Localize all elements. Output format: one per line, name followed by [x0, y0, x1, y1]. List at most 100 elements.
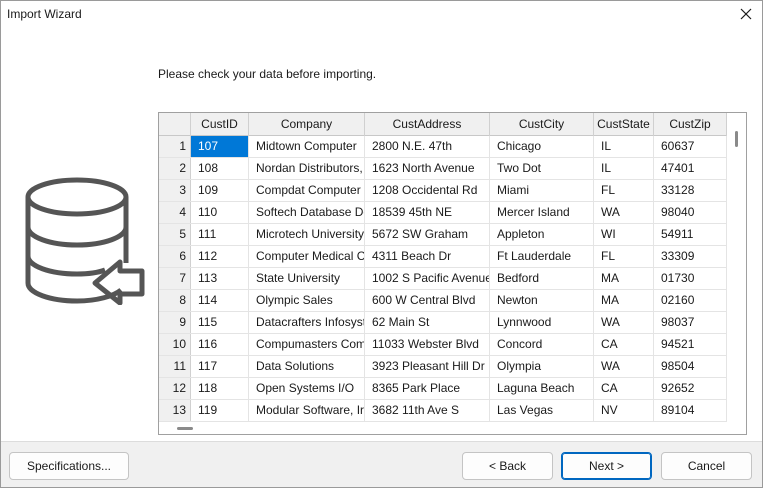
cell-custstate[interactable]: FL — [594, 180, 654, 201]
table-row[interactable]: 7 113 State University 1002 S Pacific Av… — [159, 268, 727, 290]
column-header-custid[interactable]: CustID — [191, 113, 249, 136]
cell-custaddress[interactable]: 11033 Webster Blvd — [365, 334, 490, 355]
cell-custaddress[interactable]: 1623 North Avenue — [365, 158, 490, 179]
cell-company[interactable]: Softech Database De — [249, 202, 365, 223]
cell-custcity[interactable]: Olympia — [490, 356, 594, 377]
cell-custaddress[interactable]: 1208 Occidental Rd — [365, 180, 490, 201]
table-row[interactable]: 6 112 Computer Medical C 4311 Beach Dr F… — [159, 246, 727, 268]
cell-company[interactable]: Compdat Computer — [249, 180, 365, 201]
cell-company[interactable]: Datacrafters Infosyst — [249, 312, 365, 333]
column-header-custstate[interactable]: CustState — [594, 113, 654, 136]
cell-custstate[interactable]: CA — [594, 378, 654, 399]
cell-company[interactable]: Data Solutions — [249, 356, 365, 377]
cancel-button[interactable]: Cancel — [661, 452, 752, 480]
cell-custzip[interactable]: 33309 — [654, 246, 727, 267]
cell-custzip[interactable]: 60637 — [654, 136, 727, 157]
cell-custcity[interactable]: Laguna Beach — [490, 378, 594, 399]
table-row[interactable]: 1 107 Midtown Computer 2800 N.E. 47th Ch… — [159, 136, 727, 158]
table-row[interactable]: 13 119 Modular Software, Ir 3682 11th Av… — [159, 400, 727, 422]
cell-custcity[interactable]: Lynnwood — [490, 312, 594, 333]
cell-custid[interactable]: 114 — [191, 290, 249, 311]
cell-custid[interactable]: 117 — [191, 356, 249, 377]
cell-custstate[interactable]: WA — [594, 356, 654, 377]
horizontal-scroll-thumb[interactable] — [177, 427, 193, 430]
cell-custstate[interactable]: NV — [594, 400, 654, 421]
cell-custid[interactable]: 116 — [191, 334, 249, 355]
table-row[interactable]: 10 116 Compumasters Com 11033 Webster Bl… — [159, 334, 727, 356]
cell-custcity[interactable]: Concord — [490, 334, 594, 355]
data-preview-grid[interactable]: CustID Company CustAddress CustCity Cust… — [158, 112, 747, 435]
cell-custid[interactable]: 113 — [191, 268, 249, 289]
close-button[interactable] — [734, 3, 758, 25]
cell-custzip[interactable]: 33128 — [654, 180, 727, 201]
cell-custid[interactable]: 118 — [191, 378, 249, 399]
cell-custcity[interactable]: Bedford — [490, 268, 594, 289]
cell-custzip[interactable]: 98040 — [654, 202, 727, 223]
table-row[interactable]: 9 115 Datacrafters Infosyst 62 Main St L… — [159, 312, 727, 334]
cell-custzip[interactable]: 89104 — [654, 400, 727, 421]
cell-company[interactable]: State University — [249, 268, 365, 289]
cell-custzip[interactable]: 54911 — [654, 224, 727, 245]
column-header-company[interactable]: Company — [249, 113, 365, 136]
cell-custstate[interactable]: IL — [594, 158, 654, 179]
cell-custcity[interactable]: Miami — [490, 180, 594, 201]
cell-custzip[interactable]: 01730 — [654, 268, 727, 289]
back-button[interactable]: < Back — [462, 452, 553, 480]
cell-custzip[interactable]: 92652 — [654, 378, 727, 399]
table-row[interactable]: 4 110 Softech Database De 18539 45th NE … — [159, 202, 727, 224]
cell-custcity[interactable]: Two Dot — [490, 158, 594, 179]
horizontal-scrollbar[interactable] — [159, 422, 727, 434]
cell-custaddress[interactable]: 18539 45th NE — [365, 202, 490, 223]
cell-custstate[interactable]: MA — [594, 268, 654, 289]
cell-custcity[interactable]: Newton — [490, 290, 594, 311]
cell-custid[interactable]: 108 — [191, 158, 249, 179]
cell-custstate[interactable]: WI — [594, 224, 654, 245]
next-button[interactable]: Next > — [561, 452, 652, 480]
cell-custstate[interactable]: CA — [594, 334, 654, 355]
cell-custzip[interactable]: 47401 — [654, 158, 727, 179]
cell-custaddress[interactable]: 4311 Beach Dr — [365, 246, 490, 267]
cell-custaddress[interactable]: 3923 Pleasant Hill Dr — [365, 356, 490, 377]
cell-company[interactable]: Midtown Computer — [249, 136, 365, 157]
cell-company[interactable]: Open Systems I/O — [249, 378, 365, 399]
cell-custaddress[interactable]: 3682 11th Ave S — [365, 400, 490, 421]
cell-custzip[interactable]: 98504 — [654, 356, 727, 377]
cell-custid[interactable]: 110 — [191, 202, 249, 223]
cell-custid-selected[interactable]: 107 — [191, 136, 249, 157]
cell-custstate[interactable]: WA — [594, 312, 654, 333]
cell-custid[interactable]: 115 — [191, 312, 249, 333]
vertical-scrollbar[interactable] — [727, 113, 746, 434]
cell-company[interactable]: Nordan Distributors, — [249, 158, 365, 179]
cell-custstate[interactable]: IL — [594, 136, 654, 157]
table-row[interactable]: 12 118 Open Systems I/O 8365 Park Place … — [159, 378, 727, 400]
cell-custid[interactable]: 111 — [191, 224, 249, 245]
cell-custcity[interactable]: Appleton — [490, 224, 594, 245]
cell-custid[interactable]: 119 — [191, 400, 249, 421]
cell-custaddress[interactable]: 5672 SW Graham — [365, 224, 490, 245]
column-header-custcity[interactable]: CustCity — [490, 113, 594, 136]
cell-custid[interactable]: 112 — [191, 246, 249, 267]
cell-custstate[interactable]: FL — [594, 246, 654, 267]
cell-custaddress[interactable]: 1002 S Pacific Avenue — [365, 268, 490, 289]
cell-company[interactable]: Computer Medical C — [249, 246, 365, 267]
cell-custaddress[interactable]: 2800 N.E. 47th — [365, 136, 490, 157]
cell-custcity[interactable]: Ft Lauderdale — [490, 246, 594, 267]
cell-custzip[interactable]: 02160 — [654, 290, 727, 311]
cell-company[interactable]: Compumasters Com — [249, 334, 365, 355]
table-row[interactable]: 2 108 Nordan Distributors, 1623 North Av… — [159, 158, 727, 180]
cell-custaddress[interactable]: 62 Main St — [365, 312, 490, 333]
cell-custcity[interactable]: Chicago — [490, 136, 594, 157]
specifications-button[interactable]: Specifications... — [9, 452, 129, 480]
cell-custcity[interactable]: Las Vegas — [490, 400, 594, 421]
table-row[interactable]: 3 109 Compdat Computer 1208 Occidental R… — [159, 180, 727, 202]
cell-custzip[interactable]: 94521 — [654, 334, 727, 355]
cell-custcity[interactable]: Mercer Island — [490, 202, 594, 223]
cell-custaddress[interactable]: 600 W Central Blvd — [365, 290, 490, 311]
column-header-custaddress[interactable]: CustAddress — [365, 113, 490, 136]
cell-custstate[interactable]: MA — [594, 290, 654, 311]
cell-custid[interactable]: 109 — [191, 180, 249, 201]
cell-company[interactable]: Olympic Sales — [249, 290, 365, 311]
cell-custzip[interactable]: 98037 — [654, 312, 727, 333]
vertical-scroll-thumb[interactable] — [735, 131, 738, 147]
cell-company[interactable]: Microtech University — [249, 224, 365, 245]
